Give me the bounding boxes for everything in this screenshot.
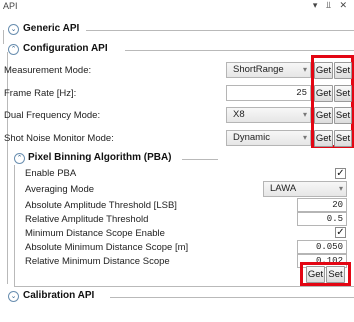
shot-noise-monitor-mode-value: Dynamic [233,132,270,143]
absolute-minimum-distance-scope-input[interactable]: 0.050 [297,240,347,254]
averaging-mode-value: LAWA [270,183,297,194]
get-shot-noise-monitor-mode-button[interactable]: Get [314,130,333,147]
shot-noise-monitor-mode-label: Shot Noise Monitor Mode: [4,133,114,144]
group-border [14,165,15,286]
dual-frequency-mode-value: X8 [233,109,245,120]
get-measurement-mode-button[interactable]: Get [314,62,333,79]
dropdown-arrow-icon: ▾ [338,184,343,193]
dual-frequency-mode-label: Dual Frequency Mode: [4,110,101,121]
window-controls[interactable]: ▾ ⫫ ✕ [313,0,350,11]
chevron-down-icon[interactable]: ⌄ [8,24,19,35]
set-pba-button[interactable]: Set [326,266,345,283]
get-pba-button[interactable]: Get [306,266,325,283]
minimum-distance-scope-enable-label: Minimum Distance Scope Enable [25,228,165,239]
measurement-mode-select[interactable]: ShortRange ▾ [226,62,311,78]
group-divider [14,286,354,287]
calibration-api-group: ⌄ Calibration API [4,290,354,304]
relative-amplitude-threshold-input[interactable]: 0.5 [297,212,347,226]
enable-pba-label: Enable PBA [25,168,77,179]
window-title: API [3,1,18,11]
set-frame-rate-button[interactable]: Set [334,85,352,102]
relative-amplitude-threshold-label: Relative Amplitude Threshold [25,214,149,225]
enable-pba-checkbox[interactable]: ✓ [335,168,346,179]
measurement-mode-value: ShortRange [233,64,284,75]
relative-minimum-distance-scope-label: Relative Minimum Distance Scope [25,256,170,267]
group-divider [86,30,354,31]
chevron-up-icon[interactable]: ⌃ [8,44,19,55]
group-divider [110,297,354,298]
group-border [7,52,8,284]
pba-title[interactable]: Pixel Binning Algorithm (PBA) [28,152,172,163]
shot-noise-monitor-mode-select[interactable]: Dynamic ▾ [226,130,311,146]
dual-frequency-mode-select[interactable]: X8 ▾ [226,107,311,123]
group-divider [125,50,354,51]
generic-api-group: ⌄ Generic API [4,23,354,37]
get-dual-frequency-mode-button[interactable]: Get [314,107,333,124]
configuration-api-title[interactable]: Configuration API [23,43,108,54]
frame-rate-input[interactable]: 25 [226,85,311,101]
calibration-api-title[interactable]: Calibration API [23,290,94,301]
averaging-mode-label: Averaging Mode [25,184,95,195]
absolute-amplitude-threshold-label: Absolute Amplitude Threshold [LSB] [25,200,177,211]
checkmark-icon: ✓ [336,227,345,238]
set-measurement-mode-button[interactable]: Set [334,62,352,79]
measurement-mode-label: Measurement Mode: [4,65,92,76]
absolute-amplitude-threshold-input[interactable]: 20 [297,198,347,212]
dropdown-arrow-icon: ▾ [302,110,307,119]
absolute-minimum-distance-scope-label: Absolute Minimum Distance Scope [m] [25,242,189,253]
group-divider [182,159,218,160]
window-titlebar: API ▾ ⫫ ✕ [0,0,354,14]
dropdown-arrow-icon: ▾ [302,133,307,142]
dropdown-arrow-icon: ▾ [302,65,307,74]
set-dual-frequency-mode-button[interactable]: Set [334,107,352,124]
frame-rate-label: Frame Rate [Hz]: [4,88,77,99]
generic-api-title[interactable]: Generic API [23,23,79,34]
checkmark-icon: ✓ [336,168,345,179]
get-frame-rate-button[interactable]: Get [314,85,333,102]
minimum-distance-scope-enable-checkbox[interactable]: ✓ [335,227,346,238]
averaging-mode-select[interactable]: LAWA ▾ [263,181,347,197]
set-shot-noise-monitor-mode-button[interactable]: Set [334,130,352,147]
chevron-up-icon[interactable]: ⌃ [14,153,25,164]
chevron-down-icon[interactable]: ⌄ [8,291,19,302]
